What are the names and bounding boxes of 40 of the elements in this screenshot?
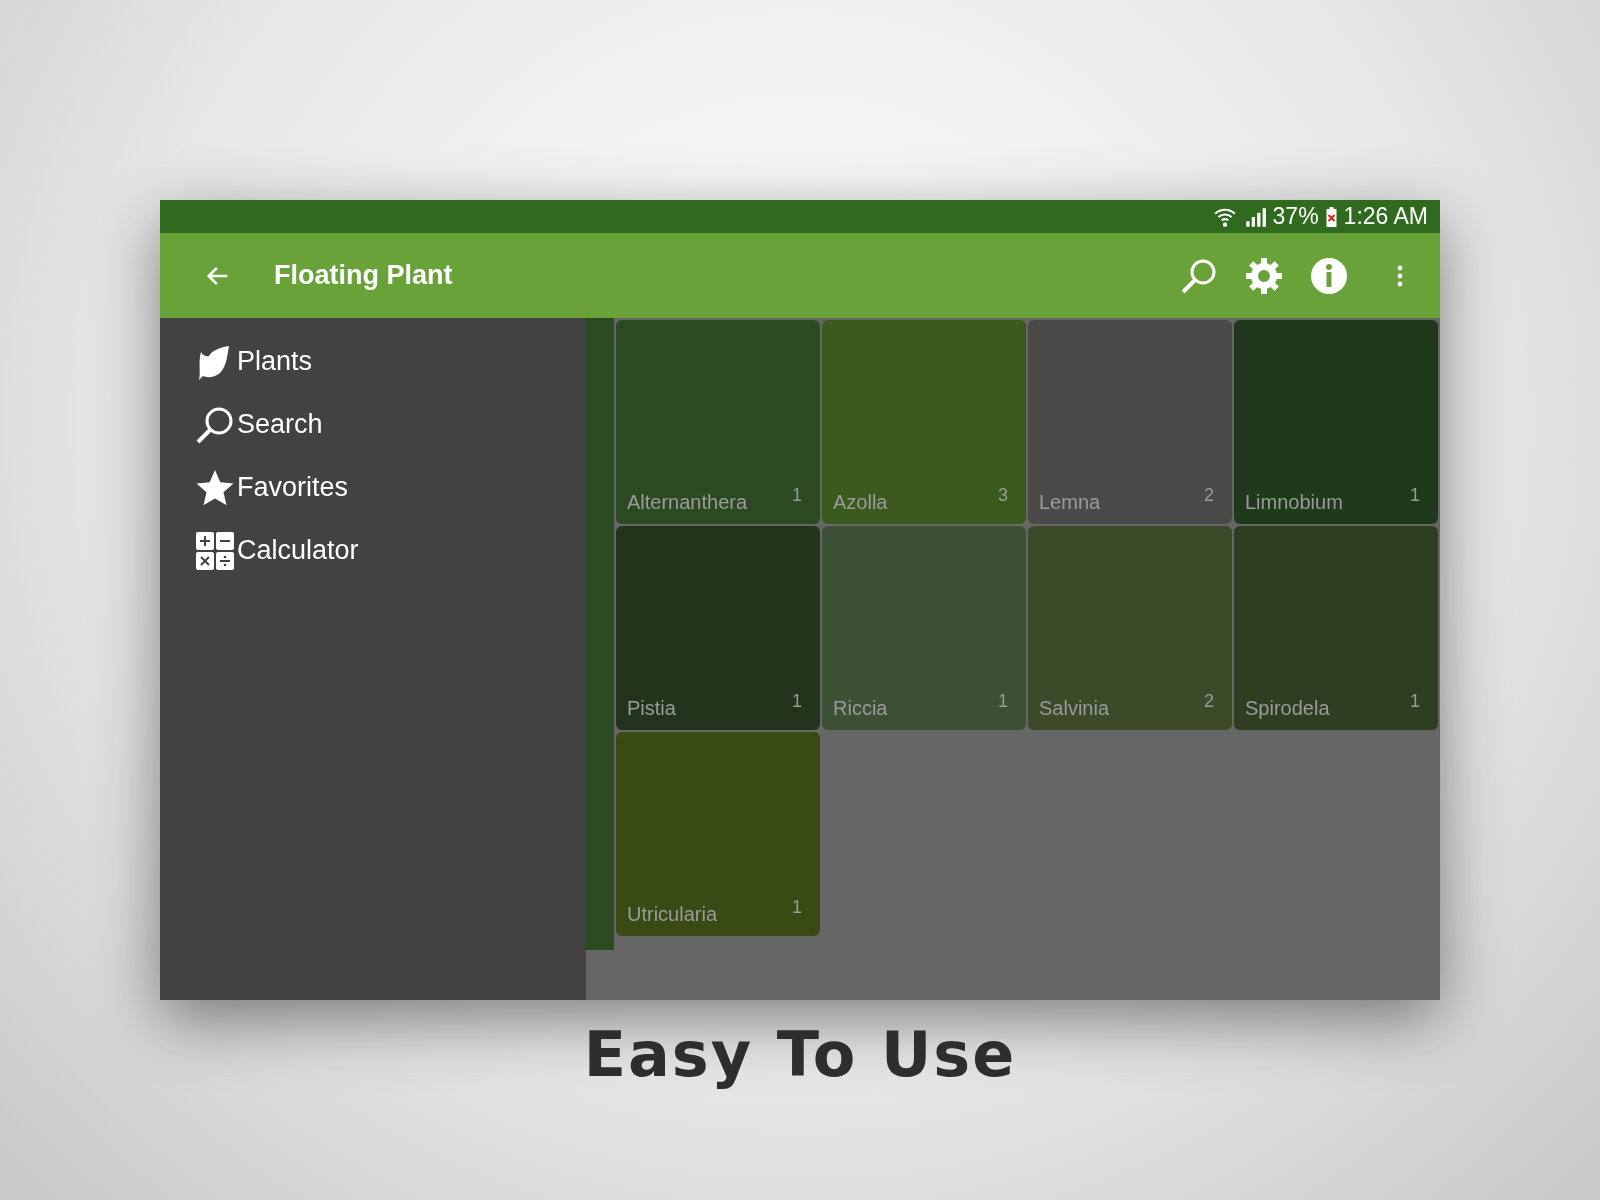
plant-count: 2 — [1204, 691, 1214, 712]
app-title: Floating Plant — [274, 260, 454, 291]
caption: Easy To Use — [582, 1018, 1018, 1091]
plant-name: Limnobium — [1245, 491, 1343, 514]
plant-name: Azolla — [833, 491, 888, 514]
plant-name: Utricularia — [627, 903, 718, 926]
plant-count: 1 — [792, 691, 802, 712]
plant-name: Alternanthera — [627, 491, 748, 514]
plant-tile[interactable]: Azolla 3 — [822, 320, 1026, 524]
plant-count: 2 — [1204, 485, 1214, 506]
plant-tile[interactable]: Alternanthera 1 — [616, 320, 820, 524]
battery-icon — [1324, 205, 1338, 228]
info-icon[interactable] — [1309, 255, 1349, 296]
plant-tile[interactable]: Pistia 1 — [616, 526, 820, 730]
plant-count: 1 — [792, 897, 802, 918]
plant-tile[interactable]: Riccia 1 — [822, 526, 1026, 730]
plant-count: 3 — [998, 485, 1008, 506]
calculator-icon — [195, 530, 235, 571]
drawer-item[interactable]: Plants — [160, 330, 586, 393]
plant-count: 1 — [998, 691, 1008, 712]
clock-time: 1:26 AM — [1343, 203, 1428, 230]
drawer-item[interactable]: Search — [160, 393, 586, 456]
plant-tile[interactable]: Utricularia 1 — [616, 732, 820, 936]
drawer-item[interactable]: Calculator — [160, 519, 586, 582]
plant-count: 1 — [1410, 691, 1420, 712]
plant-tile[interactable]: Lemna 2 — [1028, 320, 1232, 524]
plant-name: Lemna — [1039, 491, 1101, 514]
overflow-menu-icon[interactable] — [1396, 263, 1404, 288]
plant-name: Salvinia — [1039, 697, 1110, 720]
plant-name: Spirodela — [1245, 697, 1330, 720]
plant-count: 1 — [792, 485, 802, 506]
settings-icon[interactable] — [1244, 255, 1284, 296]
drawer-item[interactable]: Favorites — [160, 456, 586, 519]
plant-tile[interactable]: Limnobium 1 — [1234, 320, 1438, 524]
battery-percent: 37% — [1272, 203, 1319, 230]
plant-count: 1 — [1410, 485, 1420, 506]
plant-name: Riccia — [833, 697, 888, 720]
plant-name: Pistia — [627, 697, 676, 720]
plant-tile[interactable]: Spirodela 1 — [1234, 526, 1438, 730]
plant-tile[interactable]: Salvinia 2 — [1028, 526, 1232, 730]
